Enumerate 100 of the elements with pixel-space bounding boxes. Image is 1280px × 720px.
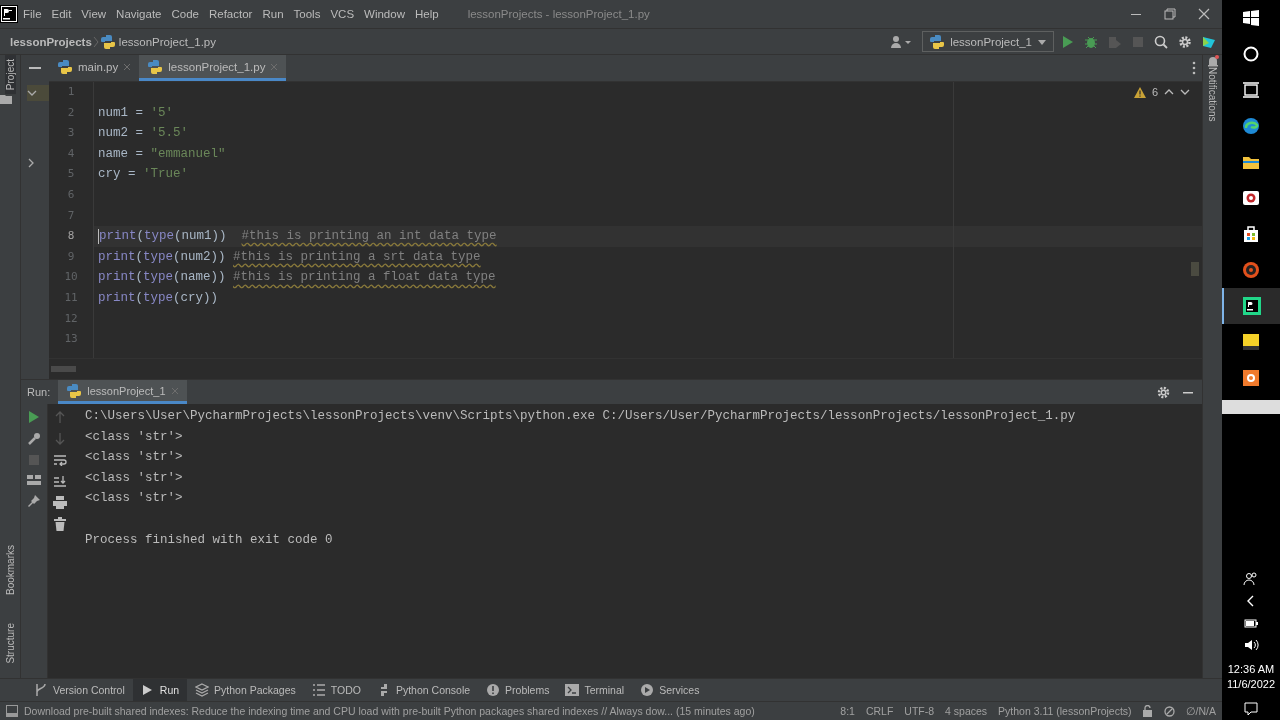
status-item[interactable]: Python 3.11 (lessonProjects) — [998, 705, 1132, 717]
print-icon[interactable] — [53, 496, 67, 509]
console-output-line: <class 'str'> — [85, 469, 184, 487]
tool-window-tab[interactable]: Structure — [4, 619, 16, 668]
menu-item[interactable]: View — [76, 8, 112, 20]
line-number: 3 — [66, 125, 76, 142]
status-item[interactable]: ∅/N/A — [1185, 705, 1216, 717]
layout-icon[interactable] — [27, 474, 41, 486]
menu-item[interactable]: Run — [257, 8, 289, 20]
media-disc-icon[interactable] — [1241, 260, 1261, 280]
tool-window-button[interactable]: TODO — [303, 679, 369, 701]
collapse-icon[interactable] — [29, 66, 41, 70]
volume-icon[interactable] — [1243, 637, 1259, 653]
wrench-icon[interactable] — [27, 432, 41, 446]
project-tool-tab[interactable]: Project — [4, 55, 16, 95]
tool-window-button[interactable]: Python Console — [368, 679, 479, 701]
more-options-icon[interactable] — [1192, 61, 1196, 75]
status-item[interactable]: CRLF — [865, 705, 894, 717]
tab-label: main.py — [78, 60, 119, 73]
recorder-app-icon[interactable] — [1241, 368, 1261, 388]
line-number: 4 — [66, 145, 76, 162]
status-item[interactable]: 8:1 — [840, 705, 855, 717]
clock-date[interactable]: 11/6/2022 — [1226, 677, 1276, 692]
no-entry-icon[interactable] — [1163, 705, 1175, 717]
soft-wrap-icon[interactable] — [53, 454, 67, 466]
trash-icon[interactable] — [54, 517, 66, 531]
user-dropdown-icon[interactable] — [890, 34, 913, 49]
ide-app-icon[interactable] — [1242, 296, 1262, 316]
console-output-line: C:\Users\User\PycharmProjects\lessonProjects\venv\Scripts\python.exe C:/Users/User/PycharmProjects/lessonProjects/lessonProject_1.py — [85, 408, 1076, 425]
menu-item[interactable]: Navigate — [111, 8, 167, 20]
line-number: 7 — [66, 207, 76, 224]
terminal-icon — [565, 683, 580, 697]
tool-window-button[interactable]: Python Packages — [187, 679, 304, 701]
unlock-icon[interactable] — [1142, 705, 1153, 717]
line-number: 9 — [66, 248, 76, 265]
debug-bug-icon[interactable] — [1084, 34, 1098, 49]
menu-item[interactable]: Help — [409, 8, 444, 20]
settings-icon[interactable] — [1157, 385, 1170, 399]
status-item[interactable]: UTF-8 — [904, 705, 935, 717]
breadcrumb-link[interactable]: lessonProject_1.py — [118, 35, 216, 48]
notification-center-icon[interactable] — [1243, 701, 1259, 717]
circle-icon[interactable] — [1241, 44, 1261, 64]
bell-icon[interactable] — [1206, 55, 1219, 67]
chevron-down-icon[interactable] — [1180, 88, 1190, 96]
status-message[interactable]: Download pre-built shared indexes: Reduce the indexing time and CPU load with pre-built Python packages shared indexes // Always dow... (15 minutes ago) — [24, 705, 755, 717]
scrollbar[interactable] — [1222, 400, 1280, 414]
code-line: num2 = '5.5' — [98, 125, 189, 143]
console-output-line: <class 'str'> — [85, 490, 184, 508]
clock-time[interactable]: 12:36 AM — [1227, 662, 1275, 677]
search-icon[interactable] — [1154, 34, 1168, 49]
editor-tab[interactable]: main.py — [49, 55, 140, 81]
menu-item[interactable]: Window — [359, 8, 410, 20]
code-line: print(type(num1)) #this is printing an int data type — [99, 228, 497, 246]
panel-icon[interactable] — [6, 705, 18, 717]
scroll-to-end-icon[interactable] — [53, 474, 67, 488]
sticky-note-icon[interactable] — [1241, 332, 1261, 352]
menu-item[interactable]: VCS — [325, 8, 360, 20]
python-file-icon — [66, 382, 83, 399]
browser-icon[interactable] — [1241, 116, 1261, 136]
run-configuration-dropdown[interactable]: lessonProject_1 — [922, 31, 1054, 52]
tool-window-tab[interactable]: Bookmarks — [4, 541, 16, 600]
task-view-icon[interactable] — [1241, 80, 1261, 100]
scrollbar-thumb[interactable] — [1191, 262, 1199, 276]
editor-tab[interactable]: lessonProject_1.py — [139, 55, 287, 81]
menu-item[interactable]: Code — [166, 8, 204, 20]
notifications-tool-tab[interactable]: Notifications — [1207, 67, 1218, 122]
menu-item[interactable]: Refactor — [203, 8, 258, 20]
store-bag-icon[interactable] — [1241, 224, 1261, 244]
tool-window-button[interactable]: Version Control — [26, 679, 133, 701]
restore-icon[interactable] — [1164, 8, 1176, 20]
people-icon[interactable] — [1243, 571, 1259, 587]
play-circle-icon — [640, 683, 655, 697]
warning-count[interactable]: 6 — [1151, 86, 1158, 98]
menu-item[interactable]: File — [18, 8, 47, 20]
camera-app-icon[interactable] — [1241, 188, 1261, 208]
breadcrumb-link[interactable]: lessonProjects — [10, 35, 92, 48]
run-icon[interactable] — [1062, 34, 1074, 49]
run-tab[interactable]: lessonProject_1 — [58, 380, 187, 404]
scrollbar-thumb[interactable] — [51, 366, 76, 372]
menu-item[interactable]: Edit — [46, 8, 77, 20]
warning-icon[interactable] — [1133, 86, 1146, 98]
tool-window-button[interactable]: Terminal — [557, 679, 633, 701]
chevron-right-icon[interactable] — [27, 158, 35, 168]
status-item[interactable]: 4 spaces — [945, 705, 988, 717]
code-line: print(type(num2)) #this is printing a srt data type — [98, 248, 481, 266]
settings-icon[interactable] — [1178, 34, 1192, 49]
chevron-up-icon[interactable] — [1164, 88, 1174, 96]
close-icon[interactable] — [1198, 8, 1210, 20]
pin-icon[interactable] — [27, 494, 41, 508]
chevron-down-icon[interactable] — [27, 89, 37, 97]
windows-logo-icon[interactable] — [1241, 8, 1261, 28]
folder-icon — [0, 94, 12, 105]
code-line: name = "emmanuel" — [98, 145, 226, 163]
menu-item[interactable]: Tools — [288, 8, 326, 20]
plugin-logo-icon[interactable] — [1202, 34, 1216, 49]
tool-window-button[interactable]: Run — [132, 679, 188, 701]
tool-window-button[interactable]: Services — [632, 679, 708, 701]
tool-window-button[interactable]: Problems — [478, 679, 558, 701]
line-number: 5 — [66, 166, 76, 183]
rerun-icon[interactable] — [28, 410, 40, 424]
